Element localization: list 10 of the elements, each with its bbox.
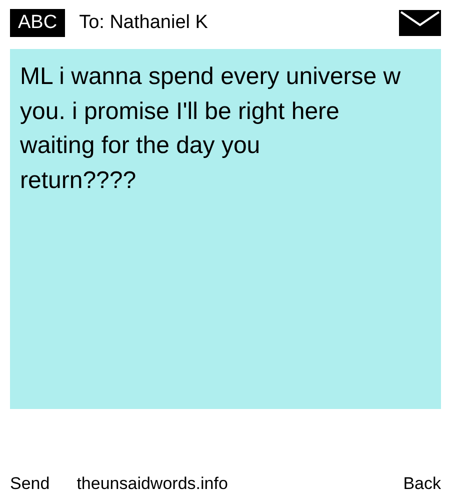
message-text: waiting for the day you	[20, 131, 260, 161]
back-link[interactable]: Back	[403, 474, 441, 494]
message-text: return????	[20, 166, 136, 196]
send-link[interactable]: Send	[10, 474, 50, 494]
abc-label: ABC	[10, 9, 66, 37]
message-text: you. i promise I'll be right here	[20, 96, 340, 126]
recipient-label: To: Nathaniel K	[79, 12, 208, 34]
envelope-icon[interactable]	[399, 10, 441, 36]
message-text: ML i wanna spend every universe w	[20, 62, 401, 92]
site-link[interactable]: theunsaidwords.info	[76, 474, 228, 494]
